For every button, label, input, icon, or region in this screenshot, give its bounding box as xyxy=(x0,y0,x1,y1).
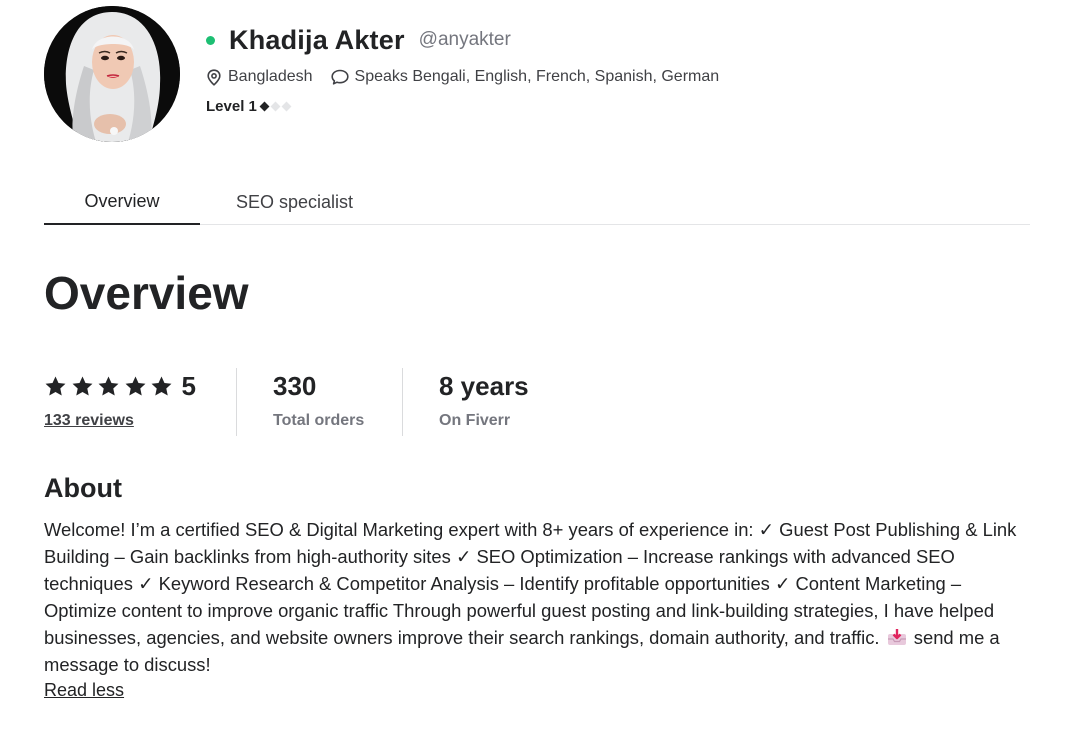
about-text-main: Welcome! I’m a certified SEO & Digital M… xyxy=(44,519,1017,648)
tenure-label: On Fiverr xyxy=(439,412,511,429)
location-pin-icon xyxy=(207,68,221,86)
star-icon xyxy=(98,376,119,396)
orders-stat: 330 Total orders xyxy=(237,368,402,436)
stars-row: 5 xyxy=(44,368,236,404)
level-diamonds xyxy=(259,101,294,112)
tenure-value: 8 years xyxy=(439,370,529,401)
read-less-link[interactable]: Read less xyxy=(44,680,124,701)
inbox-tray-icon xyxy=(887,629,906,645)
languages-text: Speaks Bengali, English, French, Spanish… xyxy=(354,68,720,85)
star-icon xyxy=(72,376,92,396)
stats-row: 5 133 reviews 330 Total orders 8 years O… xyxy=(44,368,529,436)
seller-header: Khadija Akter @anyakter Bangladesh Speak… xyxy=(44,6,1044,146)
profile-tabs: Overview SEO specialist xyxy=(44,180,1030,225)
seller-level: Level 1 xyxy=(206,98,737,115)
seller-info: Khadija Akter @anyakter Bangladesh Speak… xyxy=(206,24,737,115)
level-diamond-icon xyxy=(270,101,281,112)
seller-name[interactable]: Khadija Akter xyxy=(229,25,405,56)
star-rating xyxy=(44,375,177,398)
reviews-link[interactable]: 133 reviews xyxy=(44,412,134,430)
orders-label: Total orders xyxy=(273,412,365,429)
speech-bubble-icon xyxy=(330,69,349,85)
about-heading: About xyxy=(44,473,122,503)
meta-row: Bangladesh Speaks Bengali, English, Fren… xyxy=(206,68,737,86)
tab-overview[interactable]: Overview xyxy=(44,180,200,225)
star-icon xyxy=(125,376,145,396)
tab-seo-specialist[interactable]: SEO specialist xyxy=(200,180,353,225)
star-icon xyxy=(151,376,172,396)
rating-value: 5 xyxy=(181,370,196,401)
languages: Speaks Bengali, English, French, Spanish… xyxy=(330,68,720,86)
location: Bangladesh xyxy=(206,68,313,86)
online-status-dot xyxy=(206,35,215,45)
name-row: Khadija Akter @anyakter xyxy=(206,24,737,56)
avatar-photo xyxy=(44,6,180,142)
level-label: Level 1 xyxy=(206,98,257,115)
avatar[interactable] xyxy=(44,6,180,142)
orders-value: 330 xyxy=(273,370,317,401)
level-diamond-icon xyxy=(281,101,292,112)
rating-stat: 5 133 reviews xyxy=(44,368,236,436)
about-description: Welcome! I’m a certified SEO & Digital M… xyxy=(44,516,1034,678)
location-text: Bangladesh xyxy=(228,68,313,85)
star-icon xyxy=(45,376,66,396)
level-diamond-icon xyxy=(259,101,270,112)
seller-handle: @anyakter xyxy=(418,29,511,50)
overview-heading: Overview xyxy=(44,267,249,319)
tenure-stat: 8 years On Fiverr xyxy=(403,368,529,436)
